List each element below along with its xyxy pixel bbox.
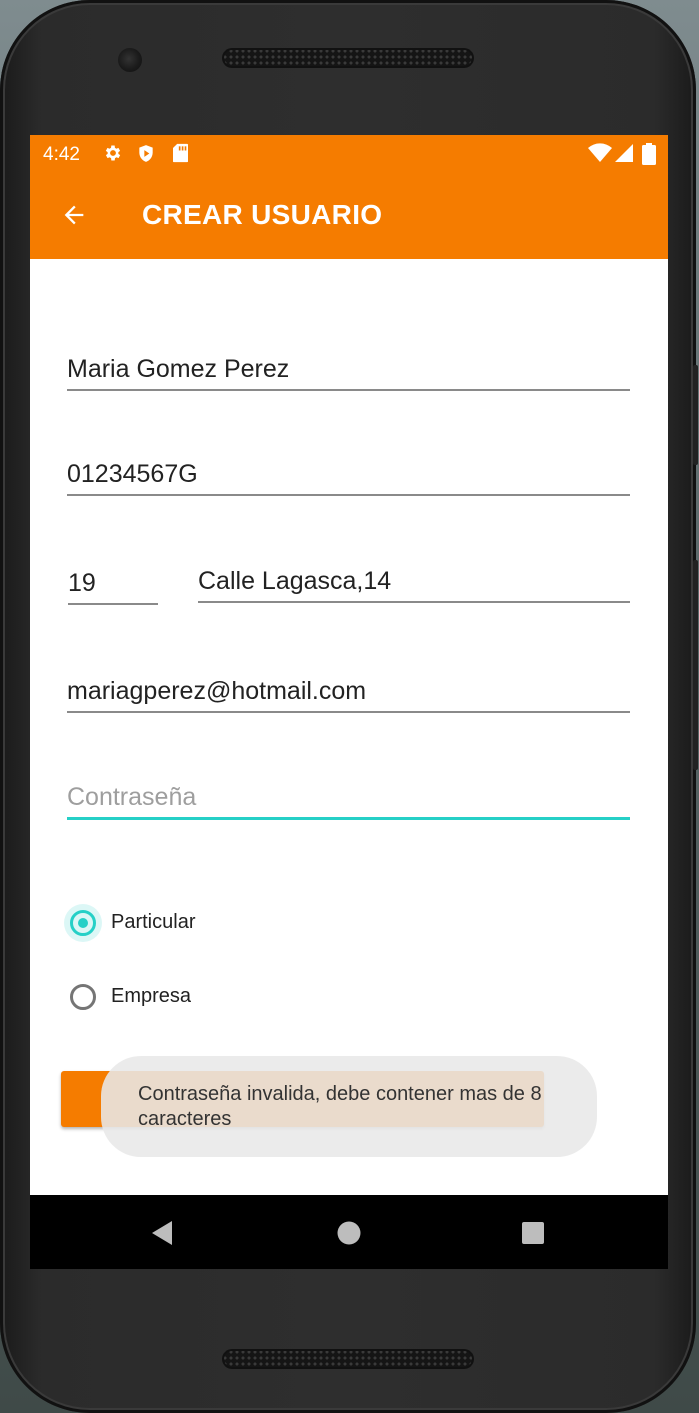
radio-dot [78,918,88,928]
earpiece-speaker [222,48,474,68]
nav-bar [30,1195,668,1269]
toast-message: Contraseña invalida, debe contener mas d… [101,1056,597,1157]
volume-rocker [693,560,698,770]
play-shield-icon [139,145,153,162]
app-bar: CREAR USUARIO [30,173,668,259]
sd-card-icon [173,143,188,163]
wifi-icon [588,143,612,162]
battery-icon [642,143,656,165]
radio-particular[interactable]: Particular [64,904,270,946]
screen: 4:42 CREAR USUARIO Maria Gomez Perez 012… [30,135,668,1269]
radio-label-empresa: Empresa [111,985,192,1007]
age-field[interactable]: 19 [68,563,158,605]
toast-text: Contraseña invalida, debe contener mas d… [138,1083,542,1130]
radio-button-unchecked[interactable] [70,984,96,1010]
back-triangle-icon[interactable] [150,1220,176,1246]
address-field[interactable]: Calle Lagasca,14 [198,561,630,603]
recents-square-icon[interactable] [520,1220,546,1246]
full-name-field[interactable]: Maria Gomez Perez [67,349,630,391]
home-circle-icon[interactable] [336,1220,362,1246]
radio-label-particular: Particular [111,911,196,933]
arrow-back-icon[interactable] [60,201,88,229]
radio-empresa[interactable]: Empresa [70,984,270,1020]
bottom-speaker [222,1349,474,1369]
signal-icon [615,144,633,162]
email-field[interactable]: mariagperez@hotmail.com [67,671,630,713]
page-title: CREAR USUARIO [142,199,383,230]
status-time: 4:42 [43,144,80,165]
power-button [693,365,698,465]
phone-frame: 4:42 CREAR USUARIO Maria Gomez Perez 012… [0,0,698,1413]
front-camera [118,48,142,72]
radio-button-checked[interactable] [70,910,96,936]
dni-field[interactable]: 01234567G [67,454,630,496]
password-field[interactable]: Contraseña [67,777,630,820]
settings-icon [105,145,121,161]
status-bar: 4:42 [30,135,668,173]
